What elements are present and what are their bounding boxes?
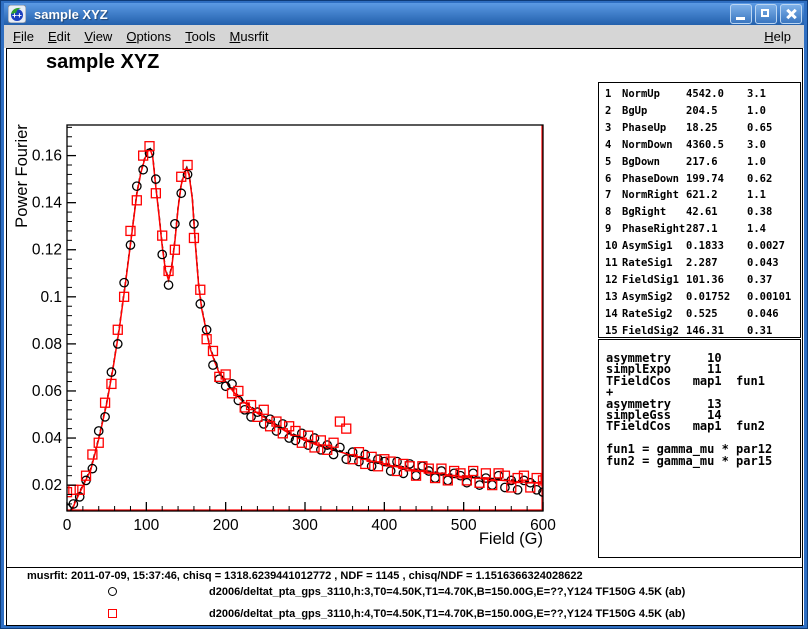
param-row: 9PhaseRight287.11.4 [605,221,800,238]
y-axis-title: Power Fourier [13,124,31,228]
power-spectrum-plot[interactable]: 01002003004005006000.020.040.060.080.10.… [7,49,607,565]
param-row: 1NormUp4542.03.1 [605,86,800,103]
x-axis-title: Field (G) [479,530,543,548]
legend-row: d2006/deltat_pta_gps_3110,h:4,T0=4.50K,T… [7,609,802,621]
legend-label: d2006/deltat_pta_gps_3110,h:4,T0=4.50K,T… [209,608,685,620]
svg-text:100: 100 [133,517,159,534]
parameter-table: 1NormUp4542.03.12BgUp204.51.03PhaseUp18.… [598,82,801,338]
param-row: 5BgDown217.61.0 [605,154,800,171]
svg-text:++: ++ [12,11,22,20]
close-icon [781,5,801,23]
param-row: 3PhaseUp18.250.65 [605,120,800,137]
svg-text:0.06: 0.06 [32,383,62,400]
legend-row: d2006/deltat_pta_gps_3110,h:3,T0=4.50K,T… [7,587,802,599]
param-row: 7NormRight621.21.1 [605,187,800,204]
menu-bar: FileEditViewOptionsToolsMusrfit Help [4,25,804,49]
svg-text:0.08: 0.08 [32,336,62,353]
svg-text:300: 300 [292,517,318,534]
status-separator [7,567,802,568]
theory-line: TFieldCos map1 fun2 [606,421,800,432]
svg-text:0.12: 0.12 [32,242,62,259]
svg-text:0.02: 0.02 [32,477,62,494]
work-area: sample XYZ 01002003004005006000.020.040.… [4,48,804,625]
theory-line: TFieldCos map1 fun1 [606,376,800,387]
root-canvas[interactable]: sample XYZ 01002003004005006000.020.040.… [6,48,803,626]
menu-item-file[interactable]: File [6,27,41,46]
menu-items: FileEditViewOptionsToolsMusrfit [6,27,276,46]
param-row: 11RateSig12.2870.043 [605,255,800,272]
param-row: 12FieldSig1101.360.37 [605,272,800,289]
param-row: 6PhaseDown199.740.62 [605,171,800,188]
window-frame: ++ sample XYZ FileEditViewOptionsToolsMu… [0,0,808,629]
param-row: 10AsymSig10.18330.0027 [605,238,800,255]
theory-line: fun2 = gamma_mu * par15 [606,456,800,467]
menu-item-edit[interactable]: Edit [41,27,77,46]
window-title: sample XYZ [34,7,108,22]
menu-item-tools[interactable]: Tools [178,27,222,46]
svg-text:0.14: 0.14 [32,195,63,212]
menu-item-musrfit[interactable]: Musrfit [223,27,276,46]
legend-square-icon [108,609,117,618]
param-row: 2BgUp204.51.0 [605,103,800,120]
param-row: 15FieldSig2146.310.31 [605,323,800,338]
svg-text:500: 500 [451,517,477,534]
close-button[interactable] [780,4,802,24]
svg-text:0.04: 0.04 [32,430,63,447]
menu-item-view[interactable]: View [77,27,119,46]
window-controls [730,4,802,24]
svg-text:200: 200 [213,517,239,534]
minimize-button[interactable] [730,4,752,24]
legend-circle-icon [108,587,117,596]
param-row: 4NormDown4360.53.0 [605,137,800,154]
legend-label: d2006/deltat_pta_gps_3110,h:3,T0=4.50K,T… [209,586,685,598]
param-row: 8BgRight42.610.38 [605,204,800,221]
theory-box: asymmetry 10simplExpo 11TFieldCos map1 f… [598,339,801,558]
param-row: 13AsymSig20.017520.00101 [605,289,800,306]
svg-text:400: 400 [371,517,397,534]
maximize-icon [761,9,769,17]
minimize-icon [736,17,745,20]
maximize-button[interactable] [755,4,777,24]
svg-text:0.16: 0.16 [32,148,62,165]
svg-text:0.1: 0.1 [40,289,62,306]
menu-item-help[interactable]: Help [757,27,798,46]
title-bar[interactable]: ++ sample XYZ [4,3,804,25]
fit-info-line: musrfit: 2011-07-09, 15:37:46, chisq = 1… [27,570,583,582]
svg-text:0: 0 [63,517,72,534]
menu-item-options[interactable]: Options [119,27,178,46]
param-row: 14RateSig20.5250.046 [605,306,800,323]
root-logo-icon: ++ [8,5,26,23]
